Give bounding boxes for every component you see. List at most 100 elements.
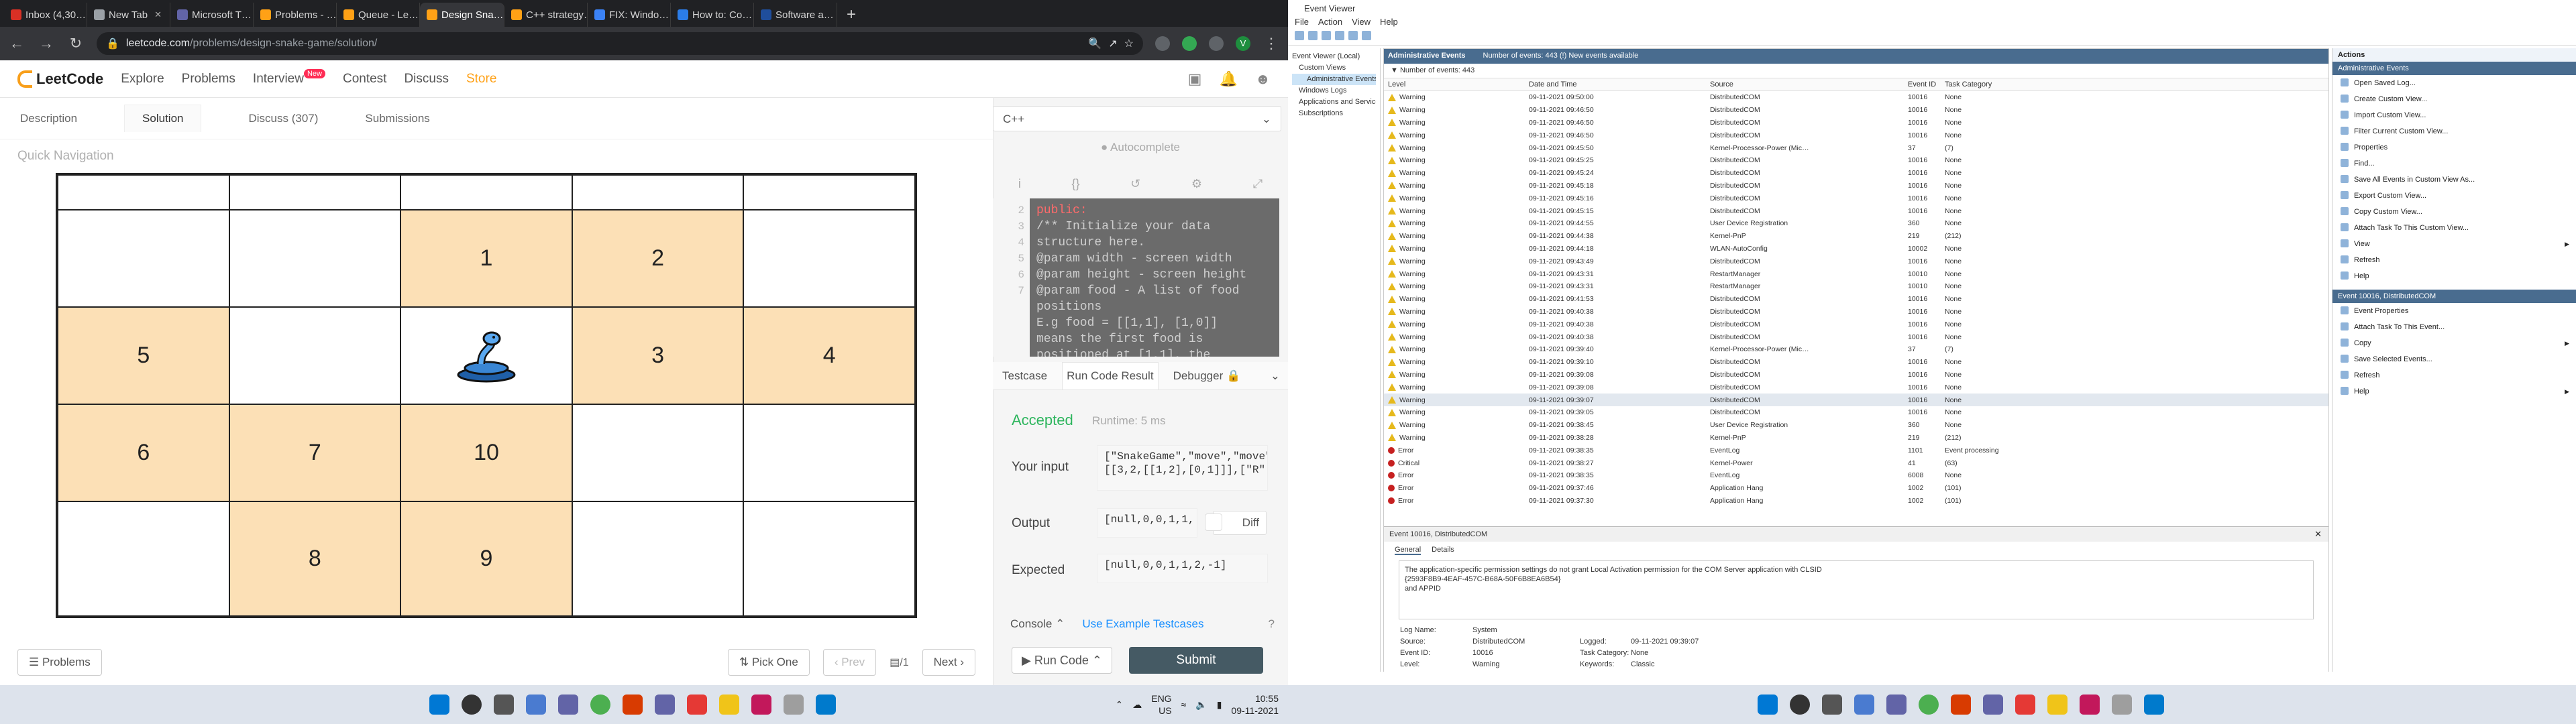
event-row[interactable]: Warning 09-11-2021 09:46:50 DistributedCOM…: [1384, 104, 2328, 117]
windows-start-icon[interactable]: [429, 695, 449, 715]
event-row[interactable]: Warning 09-11-2021 09:39:05 DistributedCOM…: [1384, 406, 2328, 419]
event-row[interactable]: Warning 09-11-2021 09:45:24 DistributedCOM…: [1384, 167, 2328, 180]
action-item[interactable]: Help: [2332, 383, 2576, 400]
nav-interview[interactable]: Interview New: [253, 68, 325, 86]
widgets-icon[interactable]: [1854, 695, 1874, 715]
quick-navigation[interactable]: Quick Navigation: [17, 149, 114, 164]
action-item[interactable]: Properties: [2332, 139, 2576, 156]
column-header[interactable]: Source: [1710, 80, 1908, 88]
leetcode-logo[interactable]: LeetCode: [17, 70, 103, 88]
actions-section[interactable]: Administrative Events: [2332, 62, 2576, 75]
office-icon[interactable]: [623, 695, 643, 715]
folder-icon[interactable]: [1322, 31, 1331, 40]
properties-icon[interactable]: [1335, 31, 1344, 40]
file-explorer-icon[interactable]: [2047, 695, 2068, 715]
event-row[interactable]: Warning 09-11-2021 09:39:40 Kernel-Process…: [1384, 343, 2328, 356]
extensions-puzzle-icon[interactable]: [1209, 36, 1224, 51]
browser-tab[interactable]: Problems - …✕: [254, 3, 337, 27]
tree-item[interactable]: Windows Logs: [1292, 85, 1376, 97]
event-row[interactable]: Warning 09-11-2021 09:50:00 DistributedCOM…: [1384, 91, 2328, 104]
bookmark-star-icon[interactable]: ☆: [1124, 37, 1134, 50]
action-item[interactable]: Attach Task To This Event...: [2332, 319, 2576, 335]
new-tab-icon[interactable]: +: [837, 3, 865, 27]
info-icon[interactable]: i: [1018, 177, 1021, 191]
tab-testcase[interactable]: Testcase: [1002, 369, 1047, 383]
tab-run-code-result[interactable]: Run Code Result: [1062, 362, 1159, 389]
tab-debugger[interactable]: Debugger 🔒: [1173, 369, 1241, 383]
event-row[interactable]: Error 09-11-2021 09:37:46 Application Hang…: [1384, 482, 2328, 495]
close-icon[interactable]: ✕: [154, 9, 162, 20]
browser-tab[interactable]: Microsoft T…✕: [170, 3, 254, 27]
tree-item[interactable]: Applications and Services Lo…: [1292, 97, 1376, 108]
antivirus-icon[interactable]: [687, 695, 707, 715]
event-row[interactable]: Warning 09-11-2021 09:45:25 DistributedCOM…: [1384, 154, 2328, 167]
action-item[interactable]: Refresh: [2332, 367, 2576, 383]
search-icon[interactable]: [1790, 695, 1810, 715]
prev-button[interactable]: ‹ Prev: [822, 649, 877, 676]
vscode-icon[interactable]: [2144, 695, 2164, 715]
event-row[interactable]: Error 09-11-2021 09:37:30 Application Hang…: [1384, 495, 2328, 507]
action-item[interactable]: Filter Current Custom View...: [2332, 123, 2576, 139]
tree-item[interactable]: Event Viewer (Local): [1292, 51, 1376, 62]
chat-icon[interactable]: [558, 695, 578, 715]
tab-description[interactable]: Description: [20, 112, 77, 125]
extension-icon-2[interactable]: [1182, 36, 1197, 51]
wifi-icon[interactable]: ≈: [1181, 699, 1187, 710]
event-row[interactable]: Warning 09-11-2021 09:44:55 User Device Re…: [1384, 217, 2328, 230]
event-row[interactable]: Warning 09-11-2021 09:39:08 DistributedCOM…: [1384, 369, 2328, 381]
menu-item[interactable]: View: [1352, 17, 1371, 27]
action-item[interactable]: Help: [2332, 268, 2576, 284]
event-row[interactable]: Warning 09-11-2021 09:40:38 DistributedCOM…: [1384, 306, 2328, 318]
browser-tab[interactable]: Queue - Le…✕: [337, 3, 420, 27]
reset-icon[interactable]: ↺: [1130, 177, 1140, 191]
cloud-icon[interactable]: ☁: [1132, 699, 1142, 711]
action-item[interactable]: Event Properties: [2332, 303, 2576, 319]
settings-gear-icon[interactable]: ⚙: [1191, 177, 1202, 191]
action-item[interactable]: Open Saved Log...: [2332, 75, 2576, 91]
tab-solution[interactable]: Solution: [124, 105, 202, 132]
vscode-icon[interactable]: [816, 695, 836, 715]
user-avatar-icon[interactable]: ☻: [1255, 70, 1271, 88]
action-item[interactable]: Export Custom View...: [2332, 188, 2576, 204]
nav-explore[interactable]: Explore: [121, 72, 164, 86]
submit-button[interactable]: Submit: [1129, 647, 1263, 674]
back-icon[interactable]: [1295, 31, 1304, 40]
browser-menu-icon[interactable]: ⋮: [1263, 35, 1280, 52]
browser-tab[interactable]: FIX: Windo…✕: [588, 3, 671, 27]
battery-icon[interactable]: ▮: [1217, 699, 1222, 711]
browser-tab[interactable]: Design Sna…✕: [420, 3, 504, 27]
event-viewer-icon[interactable]: [2112, 695, 2132, 715]
event-row[interactable]: Warning 09-11-2021 09:39:08 DistributedCOM…: [1384, 381, 2328, 394]
language-indicator[interactable]: ENG US: [1151, 692, 1171, 717]
fullscreen-icon[interactable]: ⤢: [1253, 177, 1263, 191]
event-row[interactable]: Warning 09-11-2021 09:45:18 DistributedCOM…: [1384, 180, 2328, 192]
diff-toggle-switch[interactable]: [1205, 514, 1222, 531]
event-row[interactable]: Warning 09-11-2021 09:46:50 DistributedCOM…: [1384, 129, 2328, 141]
action-item[interactable]: Save Selected Events...: [2332, 351, 2576, 367]
office-icon[interactable]: [1951, 695, 1971, 715]
tab-details[interactable]: Details: [1432, 546, 1454, 555]
help-icon[interactable]: ?: [1269, 617, 1275, 631]
code-editor[interactable]: public: /** Initialize your data structure…: [1030, 198, 1279, 357]
event-row[interactable]: Warning 09-11-2021 09:39:07 DistributedCOM…: [1384, 394, 2328, 406]
share-icon[interactable]: ↗: [1108, 37, 1117, 50]
app-icon[interactable]: [2080, 695, 2100, 715]
event-viewer-icon[interactable]: [784, 695, 804, 715]
action-item[interactable]: Refresh: [2332, 252, 2576, 268]
tree-item[interactable]: Subscriptions: [1292, 108, 1376, 119]
event-row[interactable]: Warning 09-11-2021 09:41:53 DistributedCOM…: [1384, 293, 2328, 306]
windows-start-icon[interactable]: [1758, 695, 1778, 715]
tray-chevron-icon[interactable]: ⌃: [1116, 699, 1124, 711]
run-code-button[interactable]: ▶ Run Code ⌃: [1012, 647, 1112, 674]
next-button[interactable]: Next ›: [922, 649, 975, 676]
column-header[interactable]: Level: [1388, 80, 1529, 88]
volume-icon[interactable]: 🔈: [1195, 699, 1207, 711]
chat-icon[interactable]: [1886, 695, 1907, 715]
close-icon[interactable]: ✕: [2314, 529, 2322, 540]
app-icon[interactable]: [751, 695, 771, 715]
widgets-icon[interactable]: [526, 695, 546, 715]
chrome-icon[interactable]: [1919, 695, 1939, 715]
event-row[interactable]: Warning 09-11-2021 09:38:28 Kernel-PnP 219 (…: [1384, 432, 2328, 444]
event-row[interactable]: Warning 09-11-2021 09:44:38 Kernel-PnP 219 (…: [1384, 230, 2328, 243]
nav-contest[interactable]: Contest: [343, 72, 386, 86]
